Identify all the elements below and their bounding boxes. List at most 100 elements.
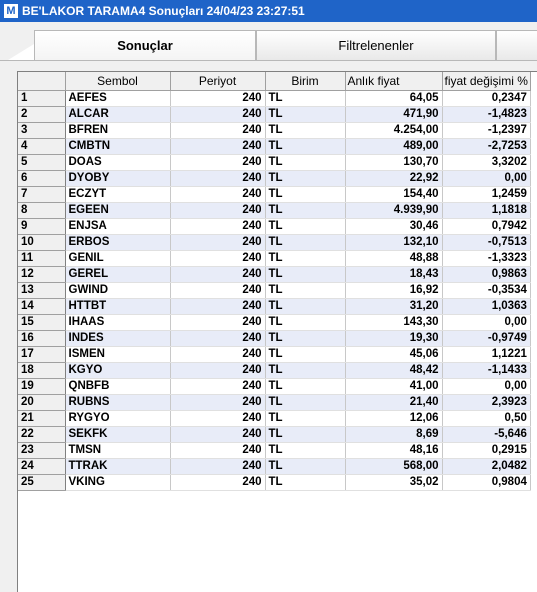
price-cell: 4.939,90 xyxy=(345,202,443,219)
table-row[interactable]: 22 SEKFK 240 TL 8,69 -5,646 xyxy=(18,426,531,443)
period-cell: 240 xyxy=(170,346,266,363)
tab-filtrelenenler[interactable]: Filtrelenenler xyxy=(256,30,496,60)
change-cell: 0,00 xyxy=(442,378,531,395)
period-cell: 240 xyxy=(170,218,266,235)
row-number: 23 xyxy=(18,442,66,459)
symbol-cell: DOAS xyxy=(65,154,171,171)
table-row[interactable]: 6 DYOBY 240 TL 22,92 0,00 xyxy=(18,170,531,187)
symbol-cell: IHAAS xyxy=(65,314,171,331)
table-row[interactable]: 12 GEREL 240 TL 18,43 0,9863 xyxy=(18,266,531,283)
table-row[interactable]: 24 TTRAK 240 TL 568,00 2,0482 xyxy=(18,458,531,475)
results-grid[interactable]: Sembol Periyot Birim Anlık fiyat fiyat d… xyxy=(17,71,537,592)
table-row[interactable]: 7 ECZYT 240 TL 154,40 1,2459 xyxy=(18,186,531,203)
price-cell: 45,06 xyxy=(345,346,443,363)
row-number: 21 xyxy=(18,410,66,427)
price-cell: 21,40 xyxy=(345,394,443,411)
symbol-cell: TMSN xyxy=(65,442,171,459)
symbol-cell: SEKFK xyxy=(65,426,171,443)
period-cell: 240 xyxy=(170,170,266,187)
unit-cell: TL xyxy=(265,346,346,363)
symbol-cell: RUBNS xyxy=(65,394,171,411)
change-cell: 1,1221 xyxy=(442,346,531,363)
table-row[interactable]: 11 GENIL 240 TL 48,88 -1,3323 xyxy=(18,250,531,267)
table-row[interactable]: 16 INDES 240 TL 19,30 -0,9749 xyxy=(18,330,531,347)
table-row[interactable]: 20 RUBNS 240 TL 21,40 2,3923 xyxy=(18,394,531,411)
table-row[interactable]: 13 GWIND 240 TL 16,92 -0,3534 xyxy=(18,282,531,299)
unit-cell: TL xyxy=(265,394,346,411)
table-row[interactable]: 3 BFREN 240 TL 4.254,00 -1,2397 xyxy=(18,122,531,139)
symbol-cell: ECZYT xyxy=(65,186,171,203)
table-row[interactable]: 14 HTTBT 240 TL 31,20 1,0363 xyxy=(18,298,531,315)
row-number: 15 xyxy=(18,314,66,331)
price-cell: 19,30 xyxy=(345,330,443,347)
price-cell: 48,88 xyxy=(345,250,443,267)
app-logo-icon: M xyxy=(4,4,18,18)
period-cell: 240 xyxy=(170,186,266,203)
symbol-cell: TTRAK xyxy=(65,458,171,475)
symbol-cell: DYOBY xyxy=(65,170,171,187)
results-table: Sembol Periyot Birim Anlık fiyat fiyat d… xyxy=(18,72,531,491)
table-row[interactable]: 8 EGEEN 240 TL 4.939,90 1,1818 xyxy=(18,202,531,219)
table-row[interactable]: 9 ENJSA 240 TL 30,46 0,7942 xyxy=(18,218,531,235)
change-cell: 0,9863 xyxy=(442,266,531,283)
column-header-periyot[interactable]: Periyot xyxy=(170,72,266,91)
row-number: 5 xyxy=(18,154,66,171)
row-number: 13 xyxy=(18,282,66,299)
change-cell: -2,7253 xyxy=(442,138,531,155)
row-number: 10 xyxy=(18,234,66,251)
table-row[interactable]: 15 IHAAS 240 TL 143,30 0,00 xyxy=(18,314,531,331)
change-cell: 1,1818 xyxy=(442,202,531,219)
change-cell: -1,1433 xyxy=(442,362,531,379)
unit-cell: TL xyxy=(265,186,346,203)
table-row[interactable]: 19 QNBFB 240 TL 41,00 0,00 xyxy=(18,378,531,395)
tab-bar-edge xyxy=(8,44,34,60)
price-cell: 12,06 xyxy=(345,410,443,427)
table-row[interactable]: 18 KGYO 240 TL 48,42 -1,1433 xyxy=(18,362,531,379)
unit-cell: TL xyxy=(265,458,346,475)
table-row[interactable]: 21 RYGYO 240 TL 12,06 0,50 xyxy=(18,410,531,427)
column-header-anlik-fiyat[interactable]: Anlık fiyat xyxy=(345,72,443,91)
table-row[interactable]: 23 TMSN 240 TL 48,16 0,2915 xyxy=(18,442,531,459)
unit-cell: TL xyxy=(265,442,346,459)
change-cell: -0,7513 xyxy=(442,234,531,251)
table-row[interactable]: 10 ERBOS 240 TL 132,10 -0,7513 xyxy=(18,234,531,251)
column-header-sembol[interactable]: Sembol xyxy=(65,72,171,91)
column-header-fiyat-degisimi[interactable]: fiyat değişimi % xyxy=(442,72,531,91)
table-row[interactable]: 4 CMBTN 240 TL 489,00 -2,7253 xyxy=(18,138,531,155)
unit-cell: TL xyxy=(265,410,346,427)
tab-extra[interactable] xyxy=(496,30,537,60)
row-number: 2 xyxy=(18,106,66,123)
table-row[interactable]: 5 DOAS 240 TL 130,70 3,3202 xyxy=(18,154,531,171)
table-row[interactable]: 17 ISMEN 240 TL 45,06 1,1221 xyxy=(18,346,531,363)
period-cell: 240 xyxy=(170,250,266,267)
change-cell: 2,0482 xyxy=(442,458,531,475)
change-cell: -5,646 xyxy=(442,426,531,443)
table-row[interactable]: 25 VKING 240 TL 35,02 0,9804 xyxy=(18,474,531,491)
unit-cell: TL xyxy=(265,154,346,171)
tab-sonuclar[interactable]: Sonuçlar xyxy=(34,30,256,60)
price-cell: 48,42 xyxy=(345,362,443,379)
table-row[interactable]: 2 ALCAR 240 TL 471,90 -1,4823 xyxy=(18,106,531,123)
period-cell: 240 xyxy=(170,362,266,379)
tab-bar: Sonuçlar Filtrelenenler xyxy=(0,22,537,62)
unit-cell: TL xyxy=(265,170,346,187)
title-bar: M BE'LAKOR TARAMA4 Sonuçları 24/04/23 23… xyxy=(0,0,537,22)
symbol-cell: ISMEN xyxy=(65,346,171,363)
period-cell: 240 xyxy=(170,266,266,283)
change-cell: 0,2915 xyxy=(442,442,531,459)
period-cell: 240 xyxy=(170,154,266,171)
symbol-cell: QNBFB xyxy=(65,378,171,395)
column-header-birim[interactable]: Birim xyxy=(265,72,346,91)
row-number: 9 xyxy=(18,218,66,235)
price-cell: 8,69 xyxy=(345,426,443,443)
symbol-cell: BFREN xyxy=(65,122,171,139)
row-number: 3 xyxy=(18,122,66,139)
price-cell: 16,92 xyxy=(345,282,443,299)
symbol-cell: GWIND xyxy=(65,282,171,299)
price-cell: 18,43 xyxy=(345,266,443,283)
period-cell: 240 xyxy=(170,474,266,491)
row-number: 20 xyxy=(18,394,66,411)
price-cell: 48,16 xyxy=(345,442,443,459)
period-cell: 240 xyxy=(170,202,266,219)
table-row[interactable]: 1 AEFES 240 TL 64,05 0,2347 xyxy=(18,90,531,107)
